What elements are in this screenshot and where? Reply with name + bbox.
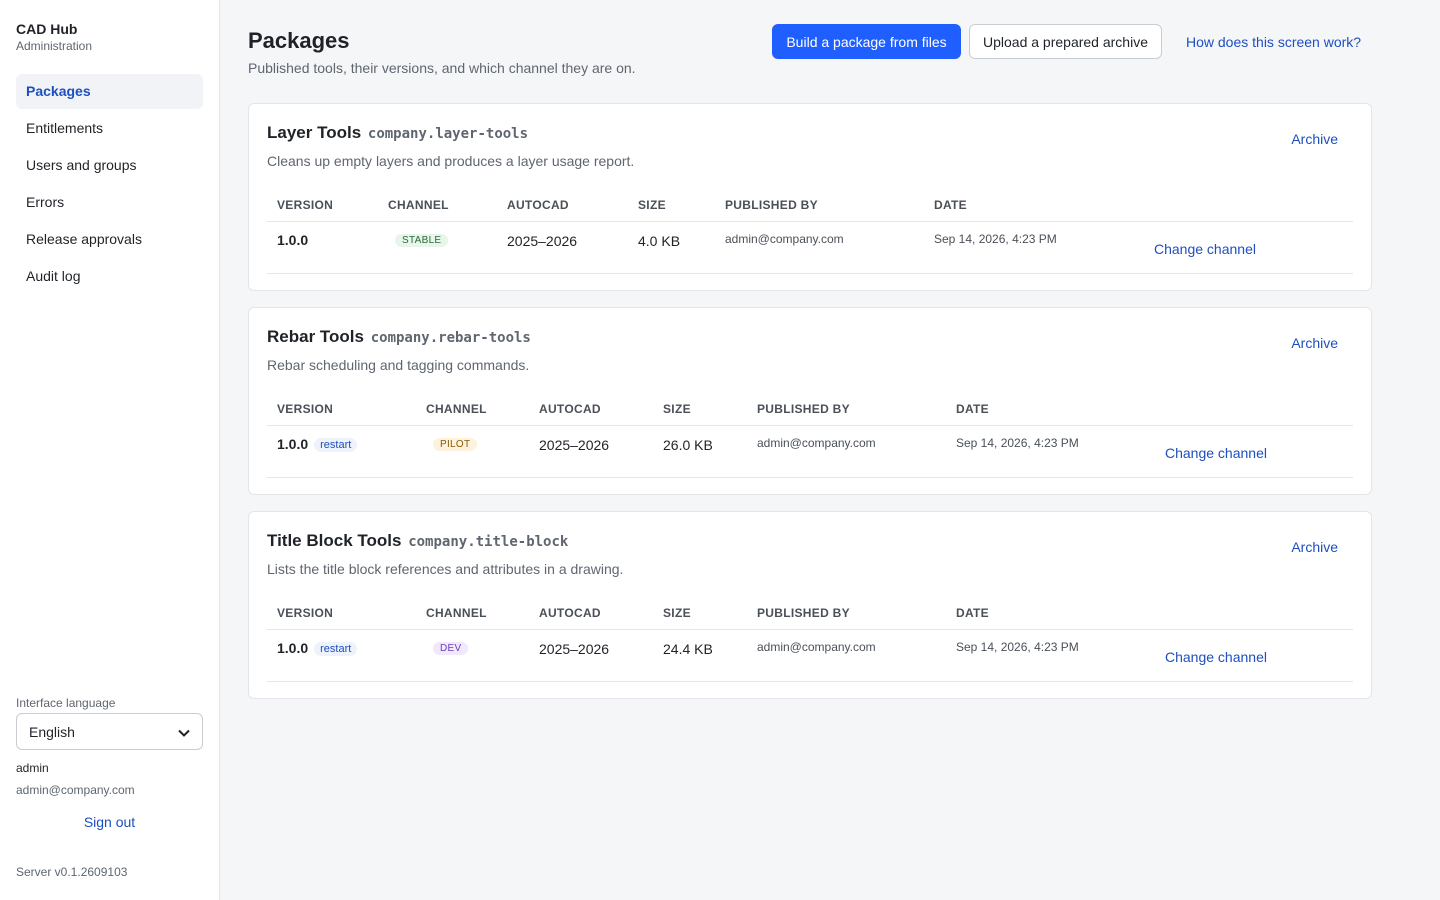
- size-value: 24.4 KB: [663, 641, 713, 657]
- table-header: VERSION CHANNEL AUTOCAD SIZE PUBLISHED B…: [267, 598, 1353, 630]
- upload-archive-button[interactable]: Upload a prepared archive: [969, 24, 1162, 59]
- package-id: company.title-block: [408, 534, 569, 550]
- package-title: Layer Tools company.layer-tools: [267, 123, 528, 143]
- language-label: Interface language: [16, 696, 116, 710]
- sidebar-item-release-approvals[interactable]: Release approvals: [16, 222, 203, 257]
- package-id: company.layer-tools: [367, 126, 529, 142]
- page-title: Packages: [248, 28, 350, 53]
- channel-badge: STABLE: [395, 234, 449, 247]
- user-email: admin@company.com: [16, 783, 135, 797]
- restart-tag: restart: [314, 642, 358, 656]
- col-version: VERSION: [277, 606, 334, 620]
- package-name: Rebar Tools: [267, 327, 364, 346]
- col-size: SIZE: [663, 606, 691, 620]
- package-card-rebar-tools: Rebar Tools company.rebar-tools Rebar sc…: [248, 307, 1372, 495]
- package-description: Lists the title block references and att…: [267, 561, 624, 577]
- published-by-value: admin@company.com: [725, 232, 844, 246]
- col-channel: CHANNEL: [426, 402, 487, 416]
- col-version: VERSION: [277, 198, 334, 212]
- date-value: Sep 14, 2026, 4:23 PM: [956, 436, 1079, 450]
- autocad-value: 2025–2026: [539, 641, 610, 657]
- version-value: 1.0.0: [277, 232, 309, 248]
- published-by-value: admin@company.com: [757, 640, 876, 654]
- channel-badge: DEV: [433, 642, 469, 655]
- chevron-down-icon: [178, 724, 190, 740]
- version-cell: 1.0.0 restart: [277, 436, 358, 452]
- package-description: Cleans up empty layers and produces a la…: [267, 153, 635, 169]
- package-title: Title Block Tools company.title-block: [267, 531, 568, 551]
- col-autocad: AUTOCAD: [507, 198, 569, 212]
- page-subtitle: Published tools, their versions, and whi…: [248, 60, 636, 76]
- size-value: 26.0 KB: [663, 437, 713, 453]
- col-autocad: AUTOCAD: [539, 402, 601, 416]
- date-value: Sep 14, 2026, 4:23 PM: [934, 232, 1057, 246]
- sidebar-item-errors[interactable]: Errors: [16, 185, 203, 220]
- sidebar-item-audit-log[interactable]: Audit log: [16, 259, 203, 294]
- package-name: Layer Tools: [267, 123, 362, 142]
- table-row: 1.0.0 STABLE 2025–2026 4.0 KB admin@comp…: [267, 222, 1353, 274]
- table-row: 1.0.0 restart DEV 2025–2026 24.4 KB admin…: [267, 630, 1353, 682]
- brand: CAD Hub Administration: [16, 21, 92, 54]
- sidebar-nav: Packages Entitlements Users and groups E…: [16, 74, 203, 296]
- col-size: SIZE: [638, 198, 666, 212]
- date-value: Sep 14, 2026, 4:23 PM: [956, 640, 1079, 654]
- restart-tag: restart: [314, 438, 358, 452]
- user-name: admin: [16, 761, 49, 775]
- sidebar-item-entitlements[interactable]: Entitlements: [16, 111, 203, 146]
- sign-out-link[interactable]: Sign out: [16, 814, 203, 830]
- col-date: DATE: [956, 606, 989, 620]
- package-card-title-block-tools: Title Block Tools company.title-block Li…: [248, 511, 1372, 699]
- language-select-value: English: [29, 723, 75, 740]
- package-title: Rebar Tools company.rebar-tools: [267, 327, 531, 347]
- published-by-value: admin@company.com: [757, 436, 876, 450]
- brand-subtitle: Administration: [16, 39, 93, 53]
- autocad-value: 2025–2026: [539, 437, 610, 453]
- size-value: 4.0 KB: [638, 233, 681, 249]
- change-channel-button[interactable]: Change channel: [1154, 241, 1256, 257]
- col-channel: CHANNEL: [388, 198, 449, 212]
- build-package-button[interactable]: Build a package from files: [772, 24, 961, 59]
- sidebar-item-packages[interactable]: Packages: [16, 74, 203, 109]
- package-name: Title Block Tools: [267, 531, 402, 550]
- package-id: company.rebar-tools: [370, 330, 531, 346]
- version-value: 1.0.0: [277, 640, 309, 656]
- col-size: SIZE: [663, 402, 691, 416]
- package-description: Rebar scheduling and tagging commands.: [267, 357, 530, 373]
- version-value: 1.0.0: [277, 436, 309, 452]
- col-channel: CHANNEL: [426, 606, 487, 620]
- server-version: Server v0.1.2609103: [16, 865, 128, 879]
- change-channel-button[interactable]: Change channel: [1165, 445, 1267, 461]
- sidebar-item-users-and-groups[interactable]: Users and groups: [16, 148, 203, 183]
- change-channel-button[interactable]: Change channel: [1165, 649, 1267, 665]
- package-card-layer-tools: Layer Tools company.layer-tools Cleans u…: [248, 103, 1372, 291]
- table-header: VERSION CHANNEL AUTOCAD SIZE PUBLISHED B…: [267, 190, 1353, 222]
- version-cell: 1.0.0 restart: [277, 640, 358, 656]
- col-date: DATE: [956, 402, 989, 416]
- brand-name: CAD Hub: [16, 21, 78, 37]
- language-select[interactable]: English: [16, 713, 203, 750]
- col-published-by: PUBLISHED BY: [757, 402, 850, 416]
- table-header: VERSION CHANNEL AUTOCAD SIZE PUBLISHED B…: [267, 394, 1353, 426]
- col-autocad: AUTOCAD: [539, 606, 601, 620]
- col-published-by: PUBLISHED BY: [725, 198, 818, 212]
- col-date: DATE: [934, 198, 967, 212]
- archive-button[interactable]: Archive: [1291, 335, 1338, 351]
- archive-button[interactable]: Archive: [1291, 131, 1338, 147]
- archive-button[interactable]: Archive: [1291, 539, 1338, 555]
- autocad-value: 2025–2026: [507, 233, 578, 249]
- table-row: 1.0.0 restart PILOT 2025–2026 26.0 KB adm…: [267, 426, 1353, 478]
- sidebar: CAD Hub Administration Packages Entitlem…: [0, 0, 220, 900]
- channel-badge: PILOT: [433, 438, 478, 451]
- col-version: VERSION: [277, 402, 334, 416]
- col-published-by: PUBLISHED BY: [757, 606, 850, 620]
- help-link[interactable]: How does this screen work?: [1186, 34, 1361, 50]
